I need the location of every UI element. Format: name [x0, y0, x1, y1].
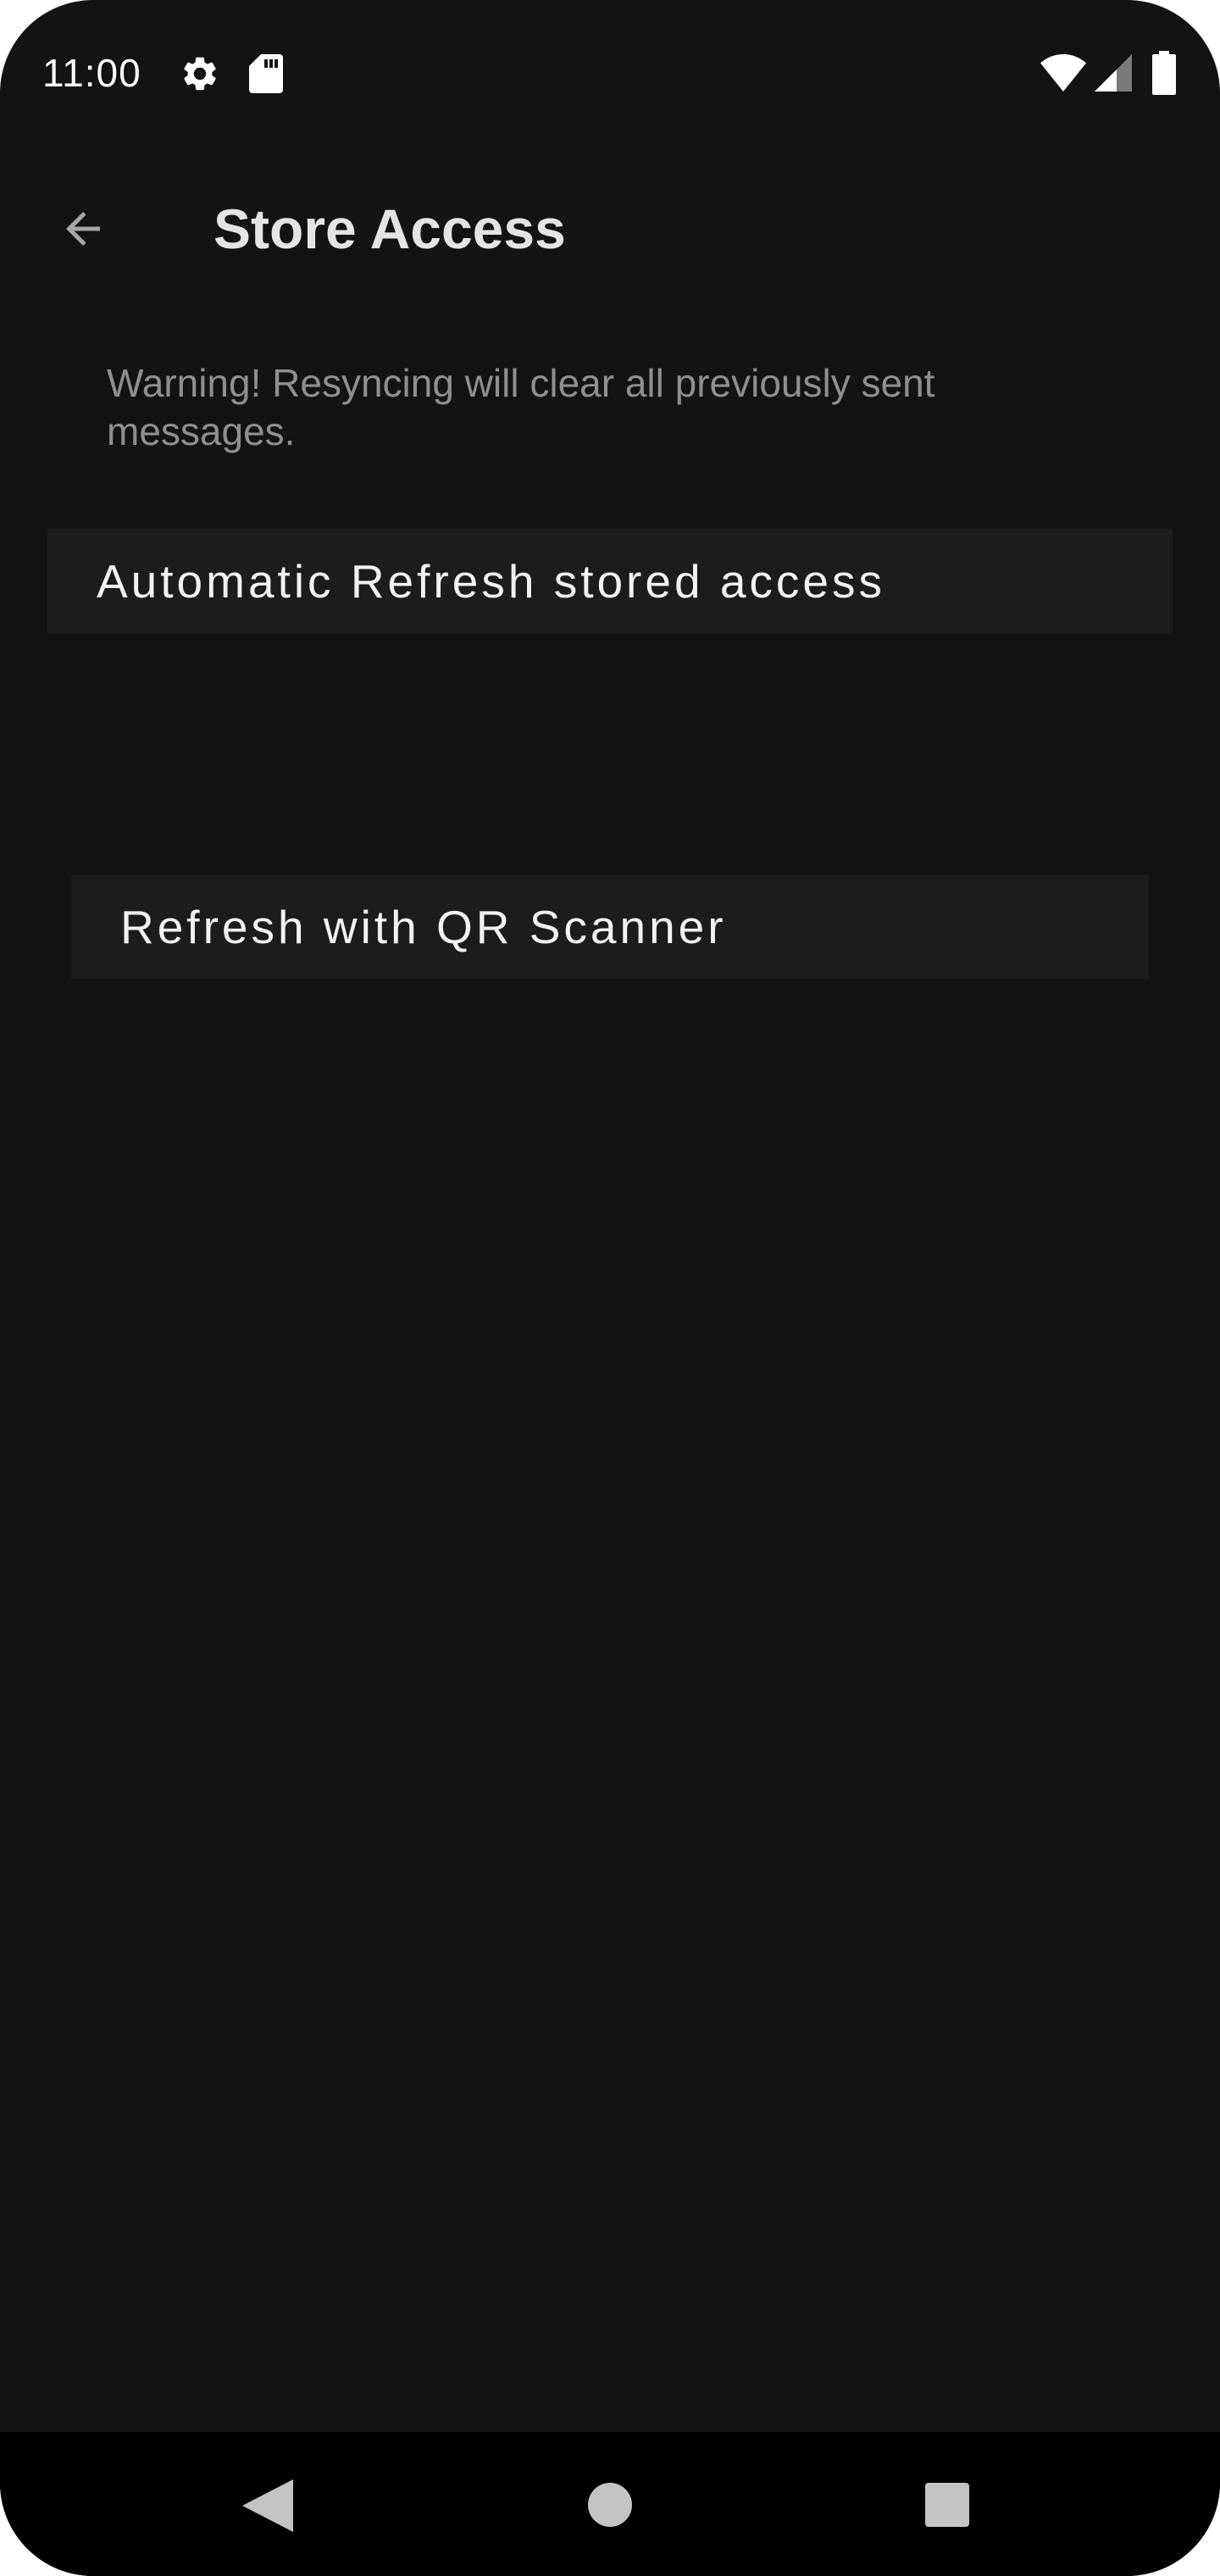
arrow-left-icon: [66, 212, 100, 246]
qr-scanner-refresh-button[interactable]: Refresh with QR Scanner: [71, 874, 1149, 980]
status-bar: 11:00: [0, 0, 1220, 144]
nav-recents-icon[interactable]: [925, 2483, 969, 2527]
gear-icon: [184, 57, 216, 91]
warning-message: Warning! Resyncing will clear all previo…: [107, 361, 935, 453]
status-time: 11:00: [42, 51, 141, 95]
nav-back-icon[interactable]: [242, 2479, 293, 2532]
page-title: Store Access: [214, 197, 566, 260]
wifi-icon: [1040, 54, 1086, 92]
app-toolbar: Store Access: [0, 161, 1220, 297]
back-button[interactable]: [41, 186, 125, 271]
battery-icon: [1152, 51, 1176, 95]
phone-screen: 11:00 Store Access Warning! Resyncing wi…: [0, 0, 1220, 2576]
automatic-refresh-button[interactable]: Automatic Refresh stored access: [47, 529, 1173, 634]
navigation-bar: [0, 2432, 1220, 2576]
nav-home-icon[interactable]: [588, 2483, 632, 2527]
signal-icon: [1095, 54, 1132, 92]
sd-card-icon: [249, 54, 283, 93]
